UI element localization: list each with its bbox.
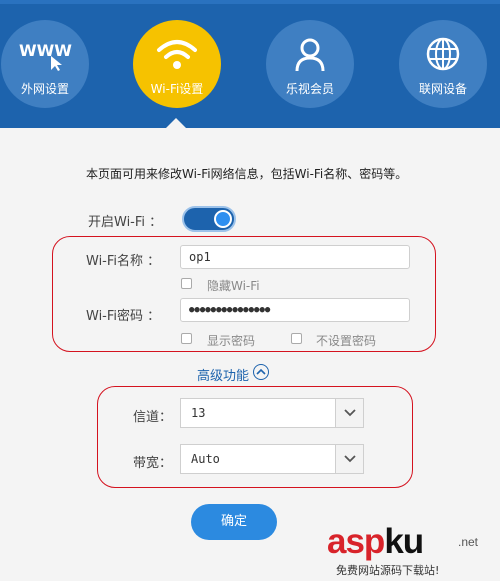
www-icon: WWW [1,34,89,74]
nav-label-wan: 外网设置 [20,82,69,96]
nav-item-member[interactable]: 乐视会员 [266,20,354,108]
nav-item-devices[interactable]: 联网设备 [399,20,487,108]
wifi-enable-label: 开启Wi-Fi ： [88,215,163,230]
nav-item-wan[interactable]: WWW 外网设置 [1,20,89,108]
wifi-enable-toggle[interactable] [182,206,236,232]
top-nav-bar: WWW 外网设置 Wi-Fi设置 乐视会员 联网设备 [0,0,500,129]
svg-text:WWW: WWW [19,41,72,60]
confirm-button[interactable]: 确定 [191,504,277,540]
annotation-outline-advanced [97,386,413,488]
watermark-logo: aspku [327,522,424,561]
user-icon [266,34,354,74]
wifi-icon [133,34,221,74]
active-tab-pointer [165,118,187,129]
chevron-up-icon[interactable] [253,364,269,380]
page-description: 本页面可用来修改Wi-Fi网络信息，包括Wi-Fi名称、密码等。 [86,167,408,181]
nav-label-member: 乐视会员 [285,82,334,96]
nav-label-wifi: Wi-Fi设置 [150,82,204,96]
watermark-subtitle: 免费网站源码下载站! [336,564,440,577]
annotation-outline-wifi [52,236,436,352]
nav-label-devices: 联网设备 [418,82,467,96]
advanced-toggle-link[interactable]: 高级功能 [197,365,249,384]
top-line [0,0,500,4]
watermark-suffix: .net [458,535,479,549]
globe-icon [399,34,487,74]
toggle-knob [214,210,232,228]
nav-item-wifi[interactable]: Wi-Fi设置 [133,20,221,108]
